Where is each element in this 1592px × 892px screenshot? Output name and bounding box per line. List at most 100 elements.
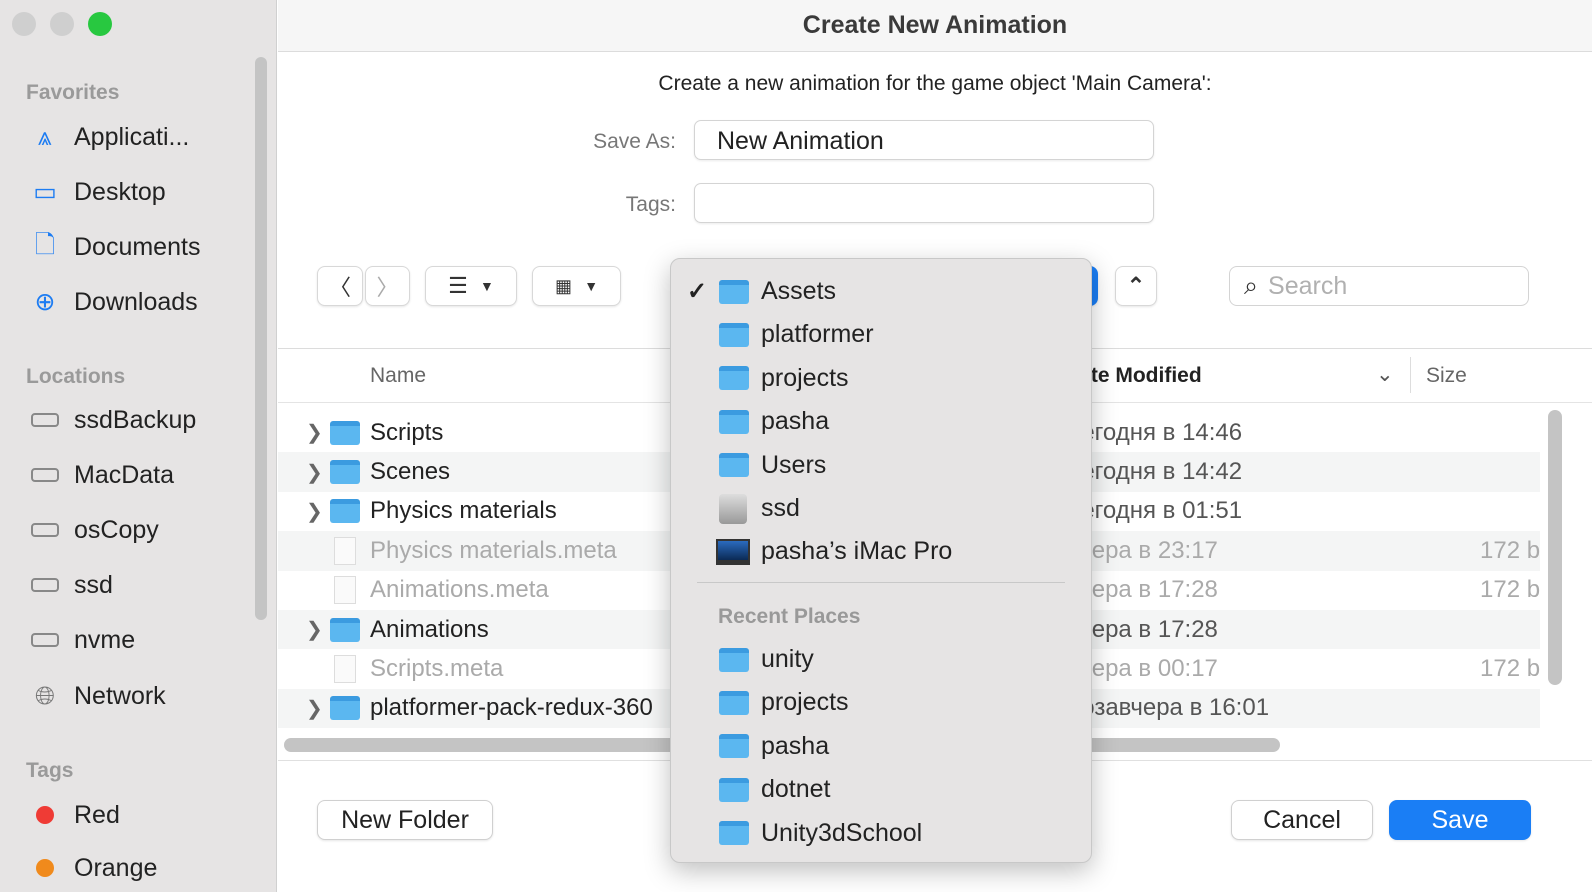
cancel-button[interactable]: Cancel [1231, 800, 1373, 840]
date-modified: Сегодня в 14:42 [1064, 458, 1243, 486]
sidebar-item-label: Downloads [74, 287, 198, 316]
disclosure-chevron-icon[interactable]: ❯ [306, 696, 323, 721]
popup-item-label: pasha [761, 407, 830, 436]
popup-divider [697, 582, 1065, 583]
sidebar-item-nvme[interactable]: nvme [30, 620, 135, 660]
grid-icon: ▦ [554, 275, 572, 296]
popup-path-item[interactable]: Users [671, 444, 1091, 487]
sidebar-item-label: Network [74, 681, 166, 710]
popup-item-label: unity [761, 645, 814, 673]
popup-item-label: Users [761, 450, 827, 479]
popup-path-item[interactable]: platformer [671, 313, 1091, 356]
chevron-right-icon: 〉 [376, 275, 399, 300]
popup-recent-item[interactable]: dotnet [671, 768, 1091, 811]
file-name: Physics materials [370, 497, 557, 525]
sidebar-item-ssdbackup[interactable]: ssdBackup [30, 400, 196, 440]
sidebar-item-network[interactable]: 🌐︎ Network [30, 676, 166, 716]
disk-icon [30, 570, 60, 600]
folder-icon [719, 647, 749, 672]
tags-label: Tags: [625, 193, 676, 216]
sidebar-item-applications[interactable]: ⩓ Applicati... [30, 117, 189, 157]
sidebar-item-label: ssd [74, 570, 113, 599]
popup-path-item[interactable]: pasha’s iMac Pro [671, 530, 1091, 573]
folder-icon [330, 420, 360, 445]
date-modified: Вчера в 00:17 [1064, 655, 1218, 683]
disclosure-chevron-icon[interactable]: ❯ [306, 460, 323, 485]
file-size: 172 b [1480, 576, 1540, 604]
grid-view-button[interactable]: ▦ ▼ [532, 266, 621, 306]
save-button[interactable]: Save [1389, 800, 1531, 840]
minimize-button[interactable] [50, 12, 74, 36]
column-header-name[interactable]: Name [370, 364, 426, 388]
chevron-down-icon: ▼ [584, 278, 599, 294]
tags-input[interactable] [694, 183, 1154, 223]
sidebar-item-downloads[interactable]: ⊕ Downloads [30, 282, 198, 322]
back-button[interactable]: 〈 [317, 266, 363, 306]
popup-path-item[interactable]: pasha [671, 400, 1091, 443]
folder-icon [719, 777, 749, 802]
favorites-heading: Favorites [26, 81, 120, 104]
sidebar-item-label: Desktop [74, 177, 166, 206]
disclosure-chevron-icon[interactable]: ❯ [306, 499, 323, 524]
popup-recent-item[interactable]: Unity3dSchool [671, 812, 1091, 855]
globe-icon: 🌐︎ [34, 681, 55, 710]
date-modified: Вчера в 17:28 [1064, 615, 1218, 643]
save-as-input[interactable]: New Animation [694, 120, 1154, 160]
file-name: platformer-pack-redux-360 [370, 694, 653, 722]
expand-collapse-button[interactable]: ⌃ [1115, 266, 1157, 306]
popup-recent-item[interactable]: unity [671, 638, 1091, 681]
popup-recent-item[interactable]: projects [671, 681, 1091, 724]
sidebar-item-ssd[interactable]: ssd [30, 565, 113, 605]
dialog-message: Create a new animation for the game obje… [658, 72, 1212, 95]
file-name: Animations [370, 615, 489, 643]
close-button[interactable] [12, 12, 36, 36]
sidebar-item-desktop[interactable]: ▭ Desktop [30, 172, 166, 212]
folder-icon [719, 453, 749, 478]
sidebar-item-documents[interactable]: 🗋 Documents [30, 227, 201, 267]
file-icon [334, 536, 356, 565]
vertical-scrollbar[interactable] [1548, 410, 1562, 685]
popup-item-label: projects [761, 688, 849, 717]
popup-recent-item[interactable]: pasha [671, 725, 1091, 768]
popup-item-label: pasha’s iMac Pro [761, 537, 953, 566]
popup-path-item[interactable]: ssd [671, 487, 1091, 530]
folder-icon [719, 322, 749, 347]
sort-chevron-icon: ⌄ [1376, 363, 1394, 386]
new-folder-button[interactable]: New Folder [317, 800, 493, 840]
sidebar-item-tag-red[interactable]: Red [30, 795, 120, 835]
popup-path-item[interactable]: projects [671, 357, 1091, 400]
window-title: Create New Animation [278, 0, 1592, 52]
sidebar-item-oscopy[interactable]: osCopy [30, 510, 159, 550]
popup-item-label: Unity3dSchool [761, 818, 923, 847]
chevron-down-icon: ▼ [480, 278, 494, 294]
file-name: Physics materials.meta [370, 536, 617, 564]
search-input[interactable] [1268, 271, 1489, 301]
folder-icon [719, 734, 749, 759]
file-name: Scripts [370, 418, 444, 446]
disclosure-chevron-icon[interactable]: ❯ [306, 420, 323, 445]
date-modified: Вчера в 17:28 [1064, 576, 1218, 604]
file-size: 172 b [1480, 655, 1540, 683]
recent-places-heading: Recent Places [718, 605, 861, 628]
forward-button[interactable]: 〉 [365, 266, 410, 306]
popup-item-label: dotnet [761, 775, 831, 804]
folder-icon [330, 617, 360, 642]
disk-icon [30, 625, 60, 655]
popup-item-label: pasha [761, 731, 830, 760]
sidebar-item-label: Documents [74, 232, 201, 261]
sidebar: Favorites ⩓ Applicati... ▭ Desktop 🗋 Docume… [0, 0, 277, 892]
zoom-button[interactable] [88, 12, 112, 36]
column-header-size[interactable]: Size [1426, 364, 1467, 388]
search-field[interactable]: ⌕ [1229, 266, 1529, 306]
disclosure-chevron-icon[interactable]: ❯ [306, 617, 323, 642]
sidebar-item-tag-orange[interactable]: Orange [30, 848, 157, 888]
location-popup-menu: ✓ Assets platformer projects pasha Users ssd pa… [670, 258, 1092, 863]
disk-icon [30, 515, 60, 545]
popup-path-item[interactable]: ✓ Assets [671, 270, 1091, 313]
sidebar-scrollbar[interactable] [255, 57, 267, 620]
list-view-button[interactable]: ☰ ▼ [425, 266, 517, 306]
folder-icon [330, 460, 360, 485]
chevron-up-icon: ⌃ [1126, 273, 1146, 298]
sidebar-item-macdata[interactable]: MacData [30, 455, 174, 495]
popup-item-label: Assets [761, 277, 837, 305]
